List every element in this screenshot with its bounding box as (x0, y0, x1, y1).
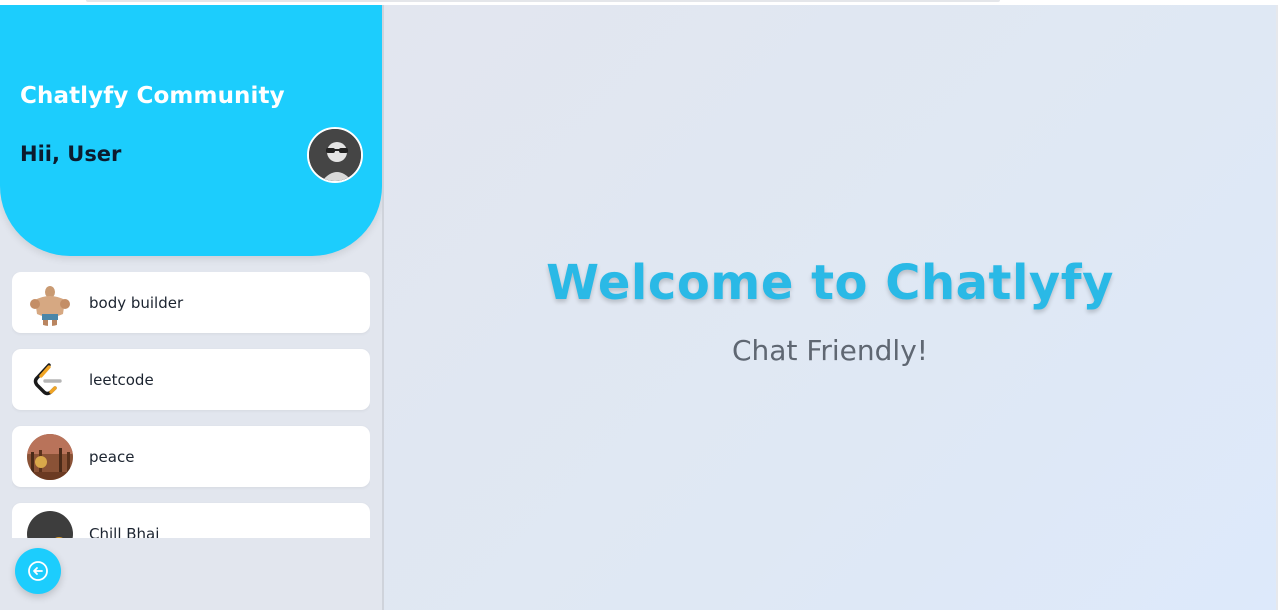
chat-item-body-builder[interactable]: body builder (12, 272, 370, 333)
user-greeting: Hii, User (20, 142, 122, 166)
bodybuilder-avatar (27, 279, 73, 326)
welcome-title: Welcome to Chatlyfy (546, 255, 1114, 311)
sidebar: Chatlyfy Community Hii, User body builde… (0, 5, 384, 610)
welcome-subtitle: Chat Friendly! (731, 334, 928, 367)
chat-item-chill-bhai[interactable]: Chill Bhai (12, 503, 370, 538)
chat-item-label: body builder (89, 293, 184, 312)
user-sunglasses-icon (309, 129, 361, 181)
app-window: Chatlyfy Community Hii, User body builde… (0, 5, 1278, 610)
chat-item-label: Chill Bhai (89, 524, 160, 539)
logout-button[interactable] (15, 548, 61, 594)
chat-item-label: peace (89, 447, 135, 466)
chat-item-label: leetcode (89, 370, 154, 389)
community-title: Chatlyfy Community (20, 83, 285, 109)
chill-avatar (27, 510, 73, 538)
browser-top-strip (86, 0, 1000, 2)
chat-item-peace[interactable]: peace (12, 426, 370, 487)
peace-avatar (27, 433, 73, 480)
logout-icon (28, 561, 48, 581)
leetcode-logo (27, 356, 73, 403)
user-avatar[interactable] (307, 127, 363, 183)
main-panel: Welcome to Chatlyfy Chat Friendly! (384, 5, 1276, 610)
chat-item-leetcode[interactable]: leetcode (12, 349, 370, 410)
chat-list: body builder leetcode peace Chill Bhai (12, 272, 370, 538)
sidebar-header: Chatlyfy Community Hii, User (0, 5, 382, 256)
